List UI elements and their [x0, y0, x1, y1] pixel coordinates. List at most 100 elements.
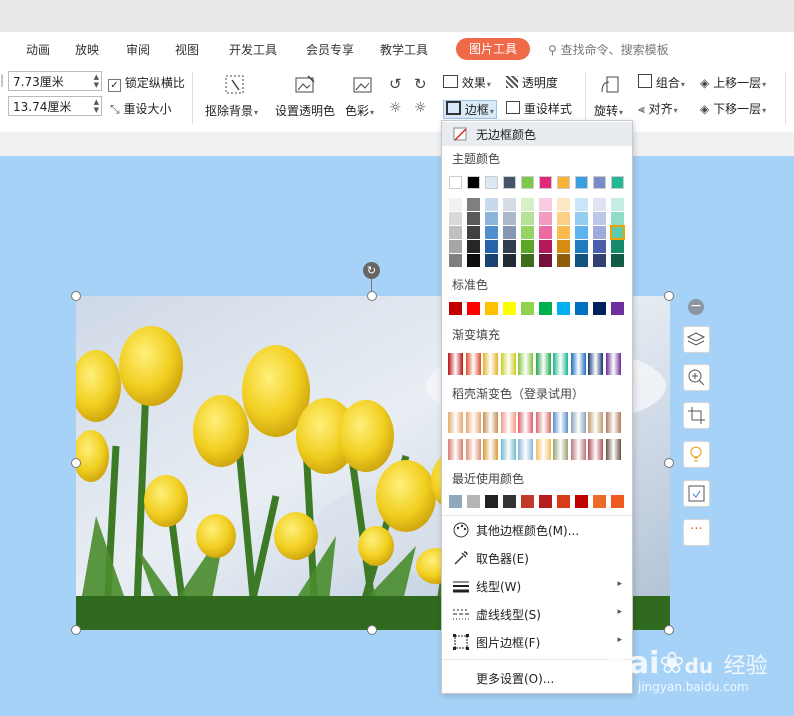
theme-shade-swatch[interactable]	[449, 254, 462, 267]
theme-color-swatch[interactable]	[449, 176, 462, 189]
gradient-swatch[interactable]	[605, 353, 621, 375]
other-border-colors-item[interactable]: 其他边框颜色(M)...	[442, 517, 632, 543]
lightbulb-icon[interactable]	[683, 441, 710, 468]
theme-shade-swatch[interactable]	[485, 226, 498, 239]
theme-shade-swatch[interactable]	[557, 212, 570, 225]
resize-handle[interactable]	[71, 291, 81, 301]
tab-slideshow[interactable]: 放映	[75, 41, 99, 58]
theme-shade-swatch[interactable]	[485, 254, 498, 267]
theme-shade-swatch[interactable]	[575, 212, 588, 225]
group-button[interactable]: 组合▾	[638, 74, 685, 91]
color-button[interactable]: 色彩▾	[345, 102, 374, 119]
theme-shade-swatch[interactable]	[521, 240, 534, 253]
theme-shade-swatch[interactable]	[557, 198, 570, 211]
recent-color-swatch[interactable]	[449, 495, 462, 508]
theme-shade-swatch[interactable]	[467, 254, 480, 267]
gradient-swatch[interactable]	[518, 353, 533, 375]
more-settings-item[interactable]: 更多设置(O)...	[442, 665, 632, 691]
tab-picture-tools[interactable]: 图片工具	[456, 38, 530, 60]
theme-shade-swatch[interactable]	[593, 240, 606, 253]
theme-color-swatch[interactable]	[485, 176, 498, 189]
theme-shade-swatch[interactable]	[557, 240, 570, 253]
theme-shade-swatch[interactable]	[593, 198, 606, 211]
contrast-icon[interactable]: ☼	[414, 100, 427, 116]
trial-gradient-swatch[interactable]	[535, 412, 551, 433]
trial-gradient-swatch[interactable]	[448, 439, 463, 460]
rotate-right-icon[interactable]: ↻	[414, 75, 427, 93]
eyedropper-item[interactable]: 取色器(E)	[442, 545, 632, 571]
recent-color-swatch[interactable]	[611, 495, 624, 508]
theme-shade-swatch[interactable]	[467, 198, 480, 211]
theme-shade-swatch[interactable]	[521, 198, 534, 211]
trial-gradient-swatch[interactable]	[483, 412, 498, 433]
rotate-handle-icon[interactable]: ↻	[363, 262, 380, 279]
recent-color-swatch[interactable]	[557, 495, 570, 508]
theme-shade-swatch[interactable]	[575, 254, 588, 267]
gradient-swatch[interactable]	[483, 353, 498, 375]
gradient-swatch[interactable]	[500, 353, 516, 375]
picture-to-text-icon[interactable]	[683, 480, 710, 507]
theme-shade-swatch[interactable]	[485, 212, 498, 225]
no-border-color-item[interactable]: 无边框颜色	[442, 122, 632, 146]
theme-shade-swatch[interactable]	[611, 198, 624, 211]
theme-shade-swatch[interactable]	[539, 240, 552, 253]
theme-color-swatch[interactable]	[467, 176, 480, 189]
recent-color-swatch[interactable]	[485, 495, 498, 508]
command-search[interactable]: ⚲ 查找命令、搜索模板	[548, 41, 669, 58]
trial-gradient-swatch[interactable]	[518, 439, 533, 460]
trial-gradient-swatch[interactable]	[465, 439, 481, 460]
standard-color-swatch[interactable]	[557, 302, 570, 315]
reset-size-button[interactable]: ⤡ 重设大小	[110, 100, 171, 117]
trial-gradient-swatch[interactable]	[570, 439, 586, 460]
rotate-button[interactable]: 旋转▾	[594, 102, 623, 119]
theme-shade-swatch[interactable]	[485, 240, 498, 253]
send-backward-button[interactable]: ◈ 下移一层▾	[700, 100, 766, 117]
tab-developer[interactable]: 开发工具	[229, 41, 277, 58]
trial-gradient-swatch[interactable]	[570, 412, 586, 433]
trial-gradient-swatch[interactable]	[448, 412, 463, 433]
remove-background-button[interactable]: 抠除背景▾	[205, 102, 258, 119]
trial-gradient-swatch[interactable]	[605, 439, 621, 460]
theme-shade-swatch[interactable]	[575, 198, 588, 211]
theme-shade-swatch[interactable]	[539, 212, 552, 225]
theme-shade-swatch[interactable]	[503, 254, 516, 267]
theme-color-swatch[interactable]	[593, 176, 606, 189]
gradient-swatch[interactable]	[465, 353, 481, 375]
tab-review[interactable]: 审阅	[126, 41, 150, 58]
brightness-icon[interactable]: ☼	[389, 100, 402, 116]
effects-button[interactable]: 效果▾	[443, 74, 491, 91]
rotate-left-icon[interactable]: ↺	[389, 75, 402, 93]
theme-shade-swatch[interactable]	[503, 198, 516, 211]
trial-gradient-swatch[interactable]	[483, 439, 498, 460]
spinner-arrows-icon[interactable]: ▲ ▼	[94, 73, 99, 89]
picture-border-item[interactable]: 图片边框(F) ▸	[442, 629, 632, 655]
gradient-swatch[interactable]	[535, 353, 551, 375]
theme-shade-swatch[interactable]	[467, 212, 480, 225]
theme-shade-swatch[interactable]	[485, 198, 498, 211]
standard-color-swatch[interactable]	[539, 302, 552, 315]
resize-handle[interactable]	[71, 625, 81, 635]
gradient-swatch[interactable]	[588, 353, 603, 375]
theme-shade-swatch[interactable]	[521, 226, 534, 239]
height-spinner[interactable]: 13.74厘米 ▲ ▼	[8, 96, 102, 116]
trial-gradient-swatch[interactable]	[553, 439, 568, 460]
theme-color-swatch[interactable]	[503, 176, 516, 189]
theme-shade-swatch[interactable]	[557, 254, 570, 267]
border-button[interactable]: 边框▾	[443, 100, 497, 119]
transparency-button[interactable]: 透明度	[506, 74, 558, 91]
resize-handle[interactable]	[664, 625, 674, 635]
theme-shade-swatch[interactable]	[611, 254, 624, 267]
trial-gradient-swatch[interactable]	[465, 412, 481, 433]
theme-shade-swatch[interactable]	[593, 254, 606, 267]
theme-shade-swatch[interactable]	[593, 212, 606, 225]
theme-color-swatch[interactable]	[611, 176, 624, 189]
standard-color-swatch[interactable]	[503, 302, 516, 315]
trial-gradient-swatch[interactable]	[500, 439, 516, 460]
resize-handle[interactable]	[664, 291, 674, 301]
recent-color-swatch[interactable]	[593, 495, 606, 508]
theme-shade-swatch[interactable]	[449, 212, 462, 225]
lock-ratio-checkbox[interactable]: ✓ 锁定纵横比	[108, 74, 185, 92]
standard-color-swatch[interactable]	[611, 302, 624, 315]
spinner-arrows-icon[interactable]: ▲ ▼	[94, 98, 99, 114]
theme-shade-swatch[interactable]	[467, 240, 480, 253]
